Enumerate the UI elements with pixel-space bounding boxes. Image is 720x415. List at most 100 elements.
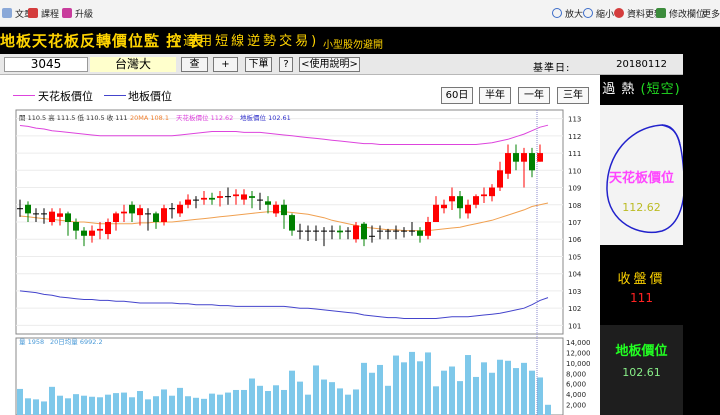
volume-bar [121, 392, 127, 415]
volume-bar [465, 355, 471, 415]
menu-item-more[interactable]: 更多 [702, 7, 720, 20]
candle-body [513, 153, 519, 162]
range-3-year-button[interactable]: 三年 [557, 87, 589, 104]
volume-bar [65, 398, 71, 415]
volume-bar [217, 394, 223, 415]
volume-bar [313, 365, 319, 415]
candle-body [441, 204, 447, 209]
candle-body [273, 204, 279, 214]
volume-bar [281, 389, 287, 415]
candle-body [153, 213, 159, 222]
stock-code-input[interactable]: 3045 [4, 57, 88, 72]
title-note: 小型股勿避開 [323, 40, 383, 51]
volume-info: 量 1958 [19, 338, 44, 346]
candle-body [449, 196, 455, 202]
close-price-value: 111 [630, 291, 653, 305]
menu-item-course[interactable]: 課程 [28, 7, 59, 20]
candle-body [57, 213, 63, 217]
order-button[interactable]: 下單 [245, 57, 272, 72]
document-icon [2, 8, 12, 18]
candle-body [529, 153, 535, 171]
refresh-icon [614, 8, 624, 18]
menu-item-edit-columns[interactable]: 修改欄位 [656, 7, 705, 20]
menu-label: 放大 [565, 10, 584, 20]
volume-bar [233, 389, 239, 415]
candle-body [129, 204, 135, 214]
candle-body [337, 230, 343, 233]
candle-body [41, 213, 47, 215]
candle-body [233, 194, 239, 197]
volume-tick-label: 2,000 [566, 402, 586, 410]
volume-bar [249, 378, 255, 415]
floor-price-value: 102.61 [622, 366, 661, 379]
candle-body [305, 230, 311, 232]
candle-body [33, 213, 39, 215]
candle-body [465, 204, 471, 214]
candle-body [73, 222, 79, 231]
candle-body [81, 230, 87, 236]
ceiling-legend-swatch [13, 95, 35, 96]
page-subtitle: (適用短線逆勢交易) [175, 34, 320, 49]
candle-body [65, 213, 71, 222]
candle-body [49, 211, 55, 222]
query-button[interactable]: 查 [181, 57, 208, 72]
price-tick-label: 102 [568, 305, 581, 313]
volume-bar [297, 381, 303, 415]
candle-body [321, 230, 327, 232]
volume-bar [33, 399, 39, 415]
volume-bar [449, 366, 455, 415]
volume-bar [537, 377, 543, 415]
price-tick-label: 111 [568, 150, 581, 158]
help-button[interactable]: ? [279, 57, 293, 72]
manual-button[interactable]: <使用說明> [299, 57, 360, 72]
menu-item-upgrade[interactable]: 升級 [62, 7, 93, 20]
candle-body [137, 208, 143, 216]
volume-bar [129, 397, 135, 415]
candle-body [369, 235, 375, 237]
ceiling-price-value: 112.62 [622, 201, 661, 214]
add-button[interactable]: + [213, 57, 238, 72]
candle-body [225, 196, 231, 198]
candle-body [161, 208, 167, 222]
candle-body [257, 199, 263, 201]
candle-body [433, 204, 439, 222]
candle-body [409, 230, 415, 232]
candle-body [297, 230, 303, 232]
menu-item-zoom-in[interactable]: 放大 [552, 7, 583, 20]
volume-bar [361, 362, 367, 415]
floor-info: 地板價位 102.61 [240, 113, 291, 122]
volume-bar [153, 396, 159, 415]
range-1-year-button[interactable]: 一年 [518, 87, 550, 104]
candle-body [241, 194, 247, 200]
price-tick-label: 101 [568, 322, 581, 330]
range-60d-button[interactable]: 60日 [441, 87, 473, 104]
volume-bar [193, 397, 199, 415]
range-half-year-button[interactable]: 半年 [479, 87, 511, 104]
volume-bar [145, 399, 151, 415]
menu-item-zoom-out[interactable]: 縮小 [583, 7, 614, 20]
status-panel: 過 熱 (短空) 天花板價位 112.62 收盤價 111 地板價位 102.6… [600, 75, 683, 415]
volume-tick-label: 4,000 [566, 391, 586, 399]
volume-bar [177, 387, 183, 415]
candle-body [289, 215, 295, 231]
volume-bar [169, 395, 175, 415]
candle-body [377, 230, 383, 232]
candle-body [385, 230, 391, 232]
ohlc-info: 開 110.5 高 111.5 低 110.5 收 111 [19, 113, 128, 122]
volume-bar [57, 395, 63, 415]
right-strip [683, 27, 720, 415]
candle-body [249, 196, 255, 198]
candle-body [193, 199, 199, 201]
base-date-value: 20180112 [600, 54, 683, 75]
close-price-label: 收盤價 [617, 272, 666, 287]
volume-bar [489, 372, 495, 415]
candle-body [521, 153, 527, 162]
price-chart[interactable]: 101 102 103 104 105 106 107 108 109 110 111 112 113 1… [0, 108, 600, 415]
volume-bar [377, 364, 383, 415]
candle-body [113, 213, 119, 222]
volume-bar [329, 382, 335, 415]
volume-bar [321, 379, 327, 415]
floor-price-label: 地板價位 [615, 344, 668, 359]
volume-bar [17, 388, 23, 415]
browser-menubar: 文章 課程 升級 放大 縮小 資料更新 修改欄位 更多 [0, 0, 720, 27]
